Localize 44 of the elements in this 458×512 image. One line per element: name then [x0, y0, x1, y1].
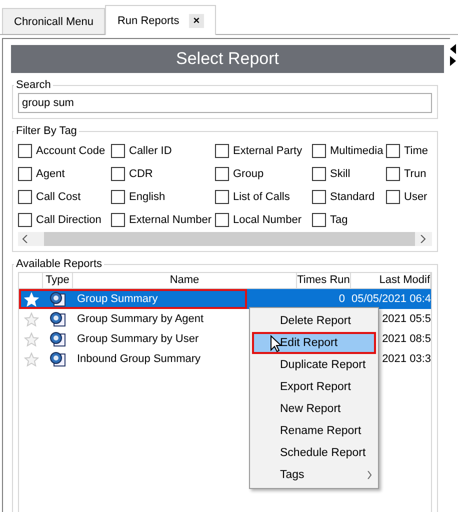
dialog-title: Select Report: [11, 45, 444, 73]
filter-label: Filter By Tag: [15, 125, 78, 137]
tag-label: Group: [233, 168, 264, 180]
report-name[interactable]: Group Summary by Agent: [77, 313, 204, 325]
menu-item[interactable]: Delete Report: [252, 310, 376, 332]
close-button[interactable]: ×: [189, 14, 204, 28]
times-run: 0: [338, 293, 345, 305]
search-field[interactable]: group sum: [18, 93, 432, 113]
menu-item[interactable]: Schedule Report: [252, 442, 376, 464]
report-name[interactable]: Inbound Group Summary: [77, 353, 201, 365]
tag-label: Agent: [36, 168, 65, 180]
tag-label: Call Direction: [36, 214, 102, 226]
tag-label: Account Code: [36, 144, 106, 156]
menu-item[interactable]: Edit Report: [252, 332, 376, 354]
menu-item[interactable]: Rename Report: [252, 420, 376, 442]
last-modified: 2021 08:5: [382, 333, 431, 345]
tag-label: List of Calls: [233, 190, 290, 202]
last-modified: 2021 03:3: [382, 353, 431, 365]
tag-label: Call Cost: [36, 190, 81, 202]
tag-label: Skill: [330, 168, 350, 180]
last-modified: 05/05/2021 06:4: [351, 293, 431, 305]
tag-label: External Number: [129, 214, 212, 226]
last-modified: 2021 05:5: [382, 313, 431, 325]
column-header[interactable]: Type: [43, 273, 73, 289]
tag-label: Local Number: [233, 214, 302, 226]
tab[interactable]: Chronicall Menu: [2, 8, 106, 34]
menu-item[interactable]: Tags: [252, 464, 376, 486]
menu-item[interactable]: Duplicate Report: [252, 354, 376, 376]
tag-label: Tag: [330, 214, 348, 226]
tag-label: English: [129, 190, 166, 202]
tag-label: CDR: [129, 168, 153, 180]
reports-label: Available Reports: [15, 258, 104, 270]
tag-label: Trun: [404, 168, 426, 180]
menu-item[interactable]: Export Report: [252, 376, 376, 398]
tag-label: Standard: [330, 190, 375, 202]
search-label: Search: [15, 79, 52, 91]
tag-label: User: [404, 190, 428, 202]
tab[interactable]: Run Reports ×: [105, 5, 216, 35]
tag-label: Caller ID: [129, 144, 172, 156]
tag-label: External Party: [233, 144, 302, 156]
menu-item[interactable]: New Report: [252, 398, 376, 420]
tag-label: Time: [404, 144, 428, 156]
report-name[interactable]: Group Summary by User: [77, 333, 199, 345]
tag-label: Multimedia: [330, 144, 384, 156]
